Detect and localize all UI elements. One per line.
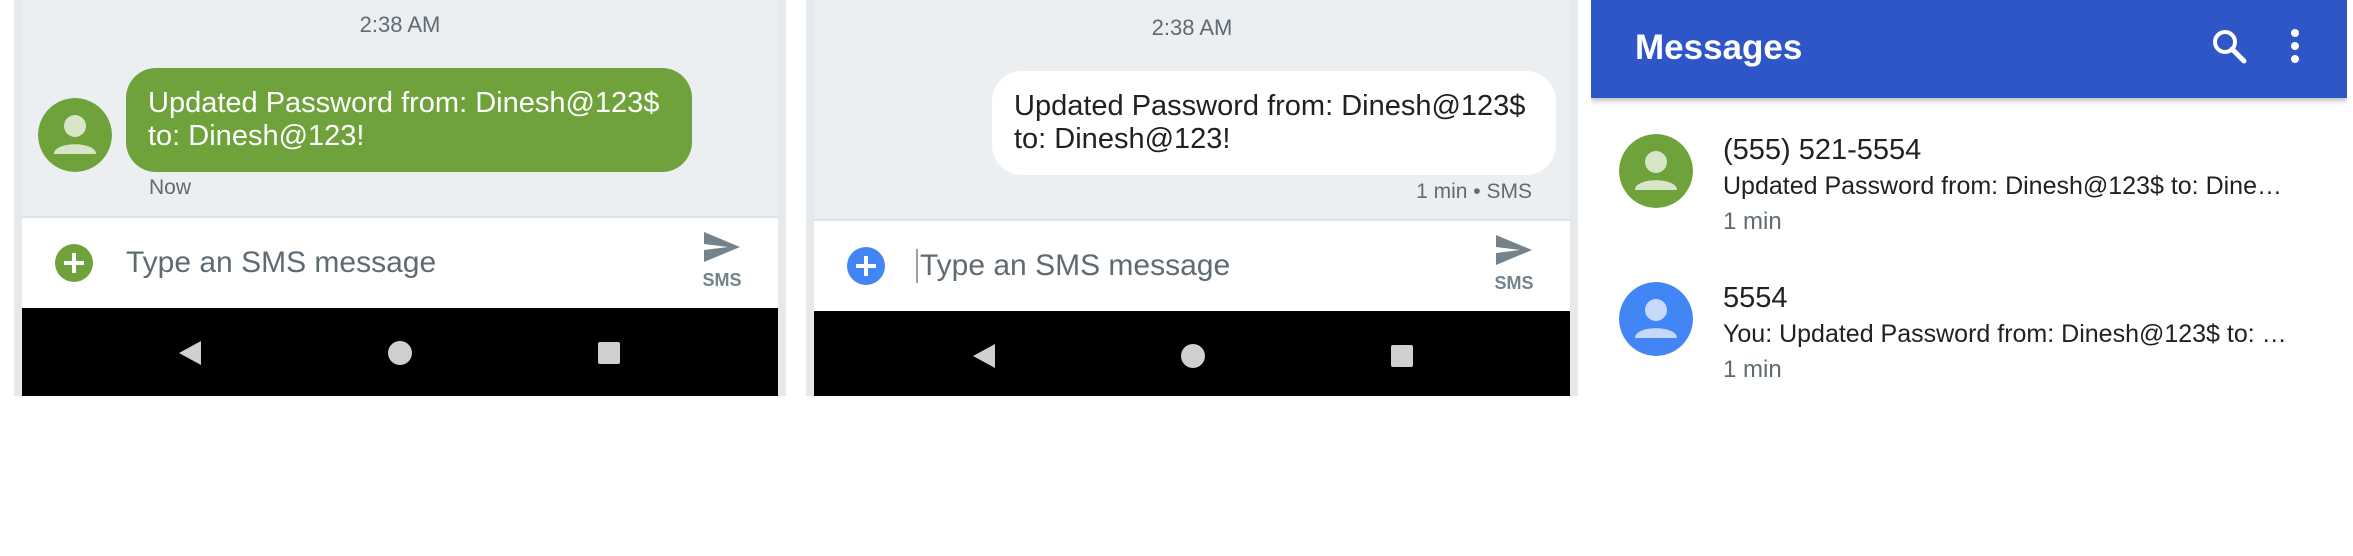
message-timestamp: 2:38 AM: [1151, 15, 1233, 40]
message-text-line2: to: Dinesh@123!: [1014, 123, 1231, 155]
back-icon[interactable]: [954, 311, 1014, 396]
plus-circle-icon[interactable]: [55, 244, 93, 282]
message-status: 1 min • SMS: [1416, 180, 1532, 203]
contact-name: 5554: [1723, 282, 1788, 314]
conversation-list-item[interactable]: (555) 521-5554 Updated Password from: Di…: [1591, 134, 2347, 282]
person-icon: [1619, 282, 1693, 356]
send-button[interactable]: SMS: [1488, 233, 1540, 294]
contact-avatar: [1619, 282, 1693, 356]
compose-bar: Type an SMS message SMS: [22, 216, 778, 308]
conversation-panel-sent: 2:38 AM Updated Password from: Dinesh@12…: [814, 0, 1570, 396]
messages-list-panel: Messages (555) 521-5554 Updated Password: [1591, 0, 2347, 396]
send-icon: [1496, 235, 1532, 265]
conversation-list-item[interactable]: 5554 You: Updated Password from: Dinesh@…: [1591, 282, 2347, 396]
message-status: Now: [149, 176, 192, 199]
contact-avatar[interactable]: [38, 98, 112, 172]
plus-circle-icon[interactable]: [847, 247, 885, 285]
search-icon[interactable]: [2209, 26, 2249, 66]
message-text-line1: Updated Password from: Dinesh@123$: [148, 87, 660, 119]
message-timestamp: 2:38 AM: [359, 12, 441, 37]
panel-edge: [806, 0, 814, 396]
message-text-line2: to: Dinesh@123!: [148, 120, 365, 152]
recents-icon[interactable]: [579, 308, 639, 396]
message-bubble-outgoing[interactable]: Updated Password from: Dinesh@123$ to: D…: [992, 71, 1556, 175]
send-button[interactable]: SMS: [696, 230, 748, 291]
message-snippet: Updated Password from: Dinesh@123$ to: D…: [1723, 172, 2291, 200]
more-vert-icon[interactable]: [2285, 26, 2305, 66]
message-snippet: You: Updated Password from: Dinesh@123$ …: [1723, 320, 2291, 348]
home-icon[interactable]: [1163, 311, 1223, 396]
system-nav-bar: [814, 311, 1570, 396]
panel-edge: [778, 0, 786, 396]
person-icon: [38, 98, 112, 172]
contact-name: (555) 521-5554: [1723, 134, 1922, 166]
send-label: SMS: [1494, 273, 1534, 293]
person-icon: [1619, 134, 1693, 208]
recents-icon[interactable]: [1372, 311, 1432, 396]
system-nav-bar: [22, 308, 778, 396]
compose-bar: Type an SMS message SMS: [814, 219, 1570, 311]
message-time: 1 min: [1723, 356, 1782, 383]
panel-edge: [14, 0, 22, 396]
send-icon: [704, 232, 740, 262]
message-text-line1: Updated Password from: Dinesh@123$: [1014, 90, 1526, 122]
contact-avatar: [1619, 134, 1693, 208]
message-input[interactable]: Type an SMS message: [916, 249, 1230, 283]
message-bubble-incoming[interactable]: Updated Password from: Dinesh@123$ to: D…: [126, 68, 692, 172]
back-icon[interactable]: [160, 308, 220, 396]
message-time: 1 min: [1723, 208, 1782, 235]
send-label: SMS: [702, 270, 742, 290]
home-icon[interactable]: [370, 308, 430, 396]
panel-edge: [1570, 0, 1578, 396]
app-bar: Messages: [1591, 0, 2347, 98]
message-input[interactable]: Type an SMS message: [126, 246, 436, 280]
conversation-panel-received: 2:38 AM Updated Password from: Dinesh@12…: [22, 0, 778, 396]
app-title: Messages: [1635, 28, 1803, 67]
